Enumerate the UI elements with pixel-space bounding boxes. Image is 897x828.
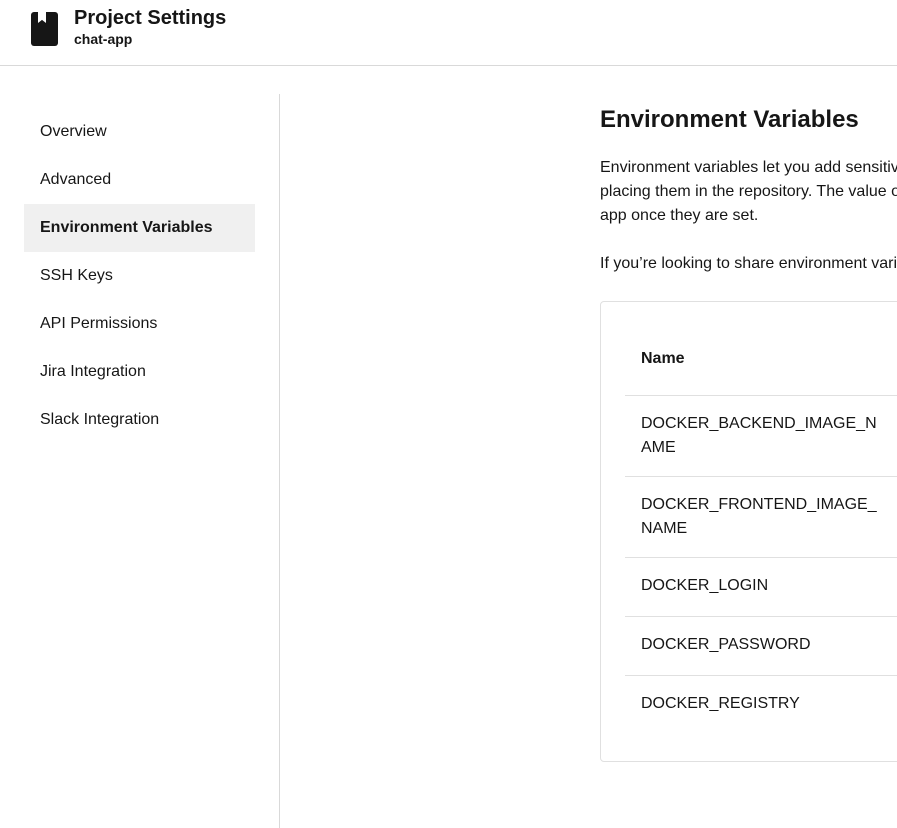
env-var-name: DOCKER_FRONTEND_IMAGE_NAME — [641, 496, 877, 537]
table-row: DOCKER_REGISTRY — [625, 675, 897, 734]
page-header: Project Settings chat-app — [0, 0, 897, 66]
sidebar-item-jira-integration[interactable]: Jira Integration — [24, 348, 255, 396]
project-book-icon — [31, 12, 58, 46]
sidebar-item-ssh-keys[interactable]: SSH Keys — [24, 252, 255, 300]
table-row: DOCKER_PASSWORD — [625, 616, 897, 675]
sidebar-item-advanced[interactable]: Advanced — [24, 156, 255, 204]
settings-sidebar: Overview Advanced Environment Variables … — [0, 94, 280, 828]
share-note: If you’re looking to share environment v… — [600, 255, 897, 272]
table-row: DOCKER_FRONTEND_IMAGE_NAME — [625, 476, 897, 557]
sidebar-item-environment-variables[interactable]: Environment Variables — [24, 204, 255, 252]
env-var-name: DOCKER_REGISTRY — [641, 695, 800, 712]
description-line: placing them in the repository. The valu… — [600, 183, 897, 200]
description-line: app once they are set. — [600, 207, 759, 224]
sidebar-item-slack-integration[interactable]: Slack Integration — [24, 396, 255, 444]
table-row: DOCKER_BACKEND_IMAGE_NAME — [625, 395, 897, 476]
column-header-name: Name — [641, 350, 685, 367]
project-name[interactable]: chat-app — [74, 31, 132, 47]
page-title: Project Settings — [74, 7, 227, 29]
bookmark-ribbon — [38, 12, 46, 23]
sidebar-item-overview[interactable]: Overview — [24, 108, 255, 156]
env-var-name: DOCKER_LOGIN — [641, 577, 769, 594]
sidebar-item-api-permissions[interactable]: API Permissions — [24, 300, 255, 348]
env-var-name: DOCKER_BACKEND_IMAGE_NAME — [641, 415, 877, 456]
env-vars-table-card: Name DOCKER_BACKEND_IMAGE_NAME DOCKER_FR… — [600, 301, 897, 762]
table-row: DOCKER_LOGIN — [625, 557, 897, 616]
description-line: Environment variables let you add sensit… — [600, 159, 897, 176]
section-title: Environment Variables — [600, 106, 859, 133]
env-var-name: DOCKER_PASSWORD — [641, 636, 811, 653]
